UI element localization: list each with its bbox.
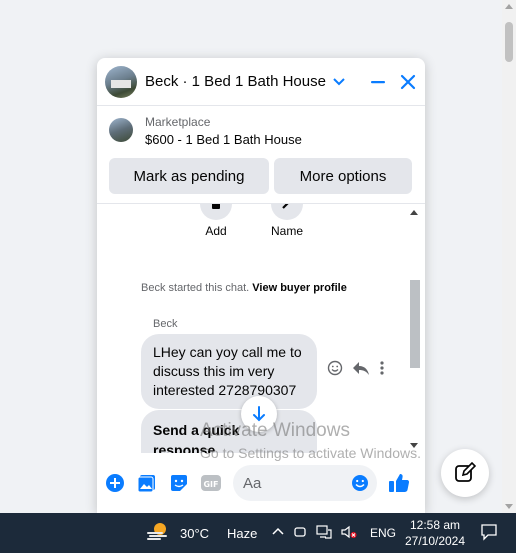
system-tray (272, 525, 357, 542)
name-action[interactable]: Name (271, 204, 304, 238)
thumbs-up-icon[interactable] (387, 471, 411, 495)
more-dots-icon[interactable] (379, 360, 385, 381)
svg-text:GIF: GIF (203, 480, 218, 489)
notification-icon[interactable] (480, 523, 498, 544)
windows-taskbar: 30°C Haze ENG 12:58 am 27/10/2024 (0, 513, 516, 553)
listing-summary[interactable]: Marketplace $600 - 1 Bed 1 Bath House (97, 106, 425, 158)
emoji-icon[interactable] (351, 474, 369, 492)
weather-icon (146, 521, 170, 546)
message-list[interactable]: Add Name Beck started this chat. View bu… (97, 203, 425, 453)
scrollbar-thumb[interactable] (505, 22, 513, 62)
chat-header[interactable]: Beck · 1 Bed 1 Bath House (97, 58, 425, 106)
clock-date: 27/10/2024 (404, 534, 466, 548)
more-options-button[interactable]: More options (274, 158, 412, 194)
scroll-down-arrow[interactable] (505, 504, 513, 509)
name-label: Name (271, 224, 304, 238)
clock-time: 12:58 am (409, 518, 461, 532)
started-text: Beck started this chat. (141, 282, 253, 294)
sticker-icon[interactable] (167, 471, 191, 495)
message-input-placeholder: Aa (243, 474, 262, 492)
weather-condition: Haze (227, 526, 258, 541)
chat-title[interactable]: Beck · 1 Bed 1 Bath House (145, 73, 326, 90)
page-scrollbar[interactable] (502, 0, 516, 513)
clock[interactable]: 12:58 am 27/10/2024 (404, 517, 466, 549)
avatar[interactable] (105, 65, 137, 98)
photo-icon[interactable] (135, 471, 159, 495)
listing-category: Marketplace (145, 115, 211, 129)
listing-title: $600 - 1 Bed 1 Bath House (145, 132, 302, 147)
arrow-down-icon (253, 406, 265, 422)
quick-reply-card[interactable]: Send a quick response (141, 410, 317, 453)
plus-icon[interactable] (103, 471, 127, 495)
chevron-up-icon[interactable] (272, 526, 284, 541)
minimize-icon[interactable] (369, 73, 387, 91)
language-indicator[interactable]: ENG (370, 526, 396, 540)
message-scroll-up-arrow[interactable] (410, 210, 418, 215)
scroll-to-bottom-button[interactable] (241, 396, 277, 432)
chat-window: Beck · 1 Bed 1 Bath House Marketplace $6… (97, 58, 425, 513)
add-icon[interactable] (200, 204, 232, 220)
meet-now-icon[interactable] (293, 525, 307, 542)
close-icon[interactable] (399, 73, 417, 91)
gif-icon: GIF (199, 471, 223, 495)
emoji-react-icon[interactable] (327, 360, 343, 381)
message-scrollbar[interactable] (408, 204, 420, 453)
add-action[interactable]: Add (200, 204, 232, 238)
chat-started-notice: Beck started this chat. View buyer profi… (141, 282, 347, 294)
temperature: 30°C (180, 526, 210, 541)
message-composer: GIF Aa (97, 463, 425, 503)
scroll-up-arrow[interactable] (505, 4, 513, 9)
message-bubble[interactable]: LHey can yoy call me to discuss this im … (141, 334, 317, 409)
message-tools (327, 360, 385, 381)
volume-muted-icon[interactable] (341, 525, 357, 542)
view-buyer-profile-link[interactable]: View buyer profile (252, 282, 347, 294)
listing-thumbnail (109, 118, 133, 142)
new-message-button[interactable] (441, 449, 489, 497)
message-scroll-down-arrow[interactable] (410, 443, 418, 448)
compose-icon (455, 462, 476, 482)
weather-widget[interactable]: 30°C Haze (146, 521, 257, 546)
mark-as-pending-button[interactable]: Mark as pending (109, 158, 269, 194)
pencil-icon[interactable] (271, 204, 303, 220)
chevron-down-icon[interactable] (332, 75, 346, 89)
sender-name: Beck (153, 318, 178, 330)
message-input[interactable]: Aa (233, 465, 377, 501)
add-label: Add (205, 224, 227, 238)
message-scrollbar-thumb[interactable] (410, 280, 420, 368)
network-icon[interactable] (316, 525, 332, 542)
reply-icon[interactable] (352, 360, 370, 381)
